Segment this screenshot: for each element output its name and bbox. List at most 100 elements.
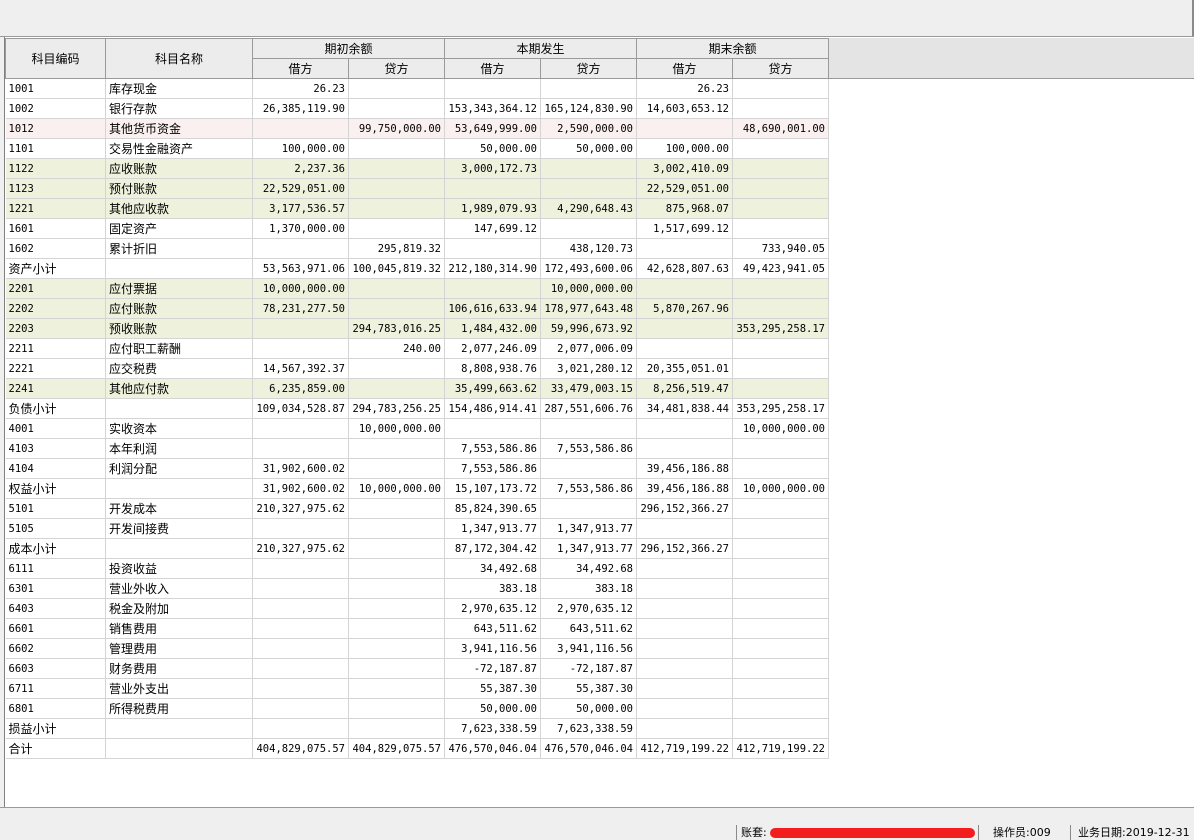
cell-account-code[interactable]: 6603 [5,658,106,679]
cell-period-debit[interactable]: 1,989,079.93 [444,198,541,219]
cell-period-credit[interactable]: 1,347,913.77 [540,538,637,559]
cell-closing-credit[interactable]: 353,295,258.17 [732,398,829,419]
cell-account-code[interactable]: 4001 [5,418,106,439]
cell-period-credit[interactable]: 7,623,338.59 [540,718,637,739]
table-row[interactable]: 2221 应交税费 14,567,392.37 8,808,938.76 3,021,2… [5,358,829,379]
column-header-opening-debit[interactable]: 借方 [252,58,349,79]
cell-opening-debit[interactable]: 109,034,528.87 [252,398,349,419]
cell-period-credit[interactable]: 1,347,913.77 [540,518,637,539]
table-row[interactable]: 2211 应付职工薪酬 240.00 2,077,246.09 2,077,006.09 [5,338,829,359]
cell-opening-debit[interactable] [252,598,349,619]
cell-opening-credit[interactable] [348,618,445,639]
table-row[interactable]: 2201 应付票据 10,000,000.00 10,000,000.00 [5,278,829,299]
cell-account-name[interactable]: 投资收益 [105,558,253,579]
subtotal-row[interactable]: 损益小计 7,623,338.59 7,623,338.59 [5,718,829,739]
cell-period-debit[interactable]: 8,808,938.76 [444,358,541,379]
cell-closing-debit[interactable] [636,678,733,699]
cell-account-code[interactable]: 2221 [5,358,106,379]
cell-account-name[interactable]: 应付职工薪酬 [105,338,253,359]
cell-closing-debit[interactable]: 296,152,366.27 [636,498,733,519]
cell-opening-debit[interactable] [252,658,349,679]
cell-period-debit[interactable]: 106,616,633.94 [444,298,541,319]
cell-account-code[interactable]: 5101 [5,498,106,519]
cell-closing-debit[interactable]: 296,152,366.27 [636,538,733,559]
cell-closing-debit[interactable]: 14,603,653.12 [636,98,733,119]
cell-opening-credit[interactable] [348,178,445,199]
cell-period-credit[interactable]: 178,977,643.48 [540,298,637,319]
cell-period-debit[interactable]: 3,000,172.73 [444,158,541,179]
cell-account-code[interactable]: 1001 [5,78,106,99]
subtotal-row[interactable]: 负债小计 109,034,528.87 294,783,256.25 154,486,… [5,398,829,419]
cell-closing-credit[interactable]: 48,690,001.00 [732,118,829,139]
table-row[interactable]: 6711 营业外支出 55,387.30 55,387.30 [5,678,829,699]
cell-account-code[interactable]: 1601 [5,218,106,239]
cell-account-name[interactable]: 应付账款 [105,298,253,319]
cell-account-code[interactable]: 6601 [5,618,106,639]
cell-period-debit[interactable] [444,178,541,199]
cell-period-debit[interactable]: 1,347,913.77 [444,518,541,539]
table-row[interactable]: 1101 交易性金融资产 100,000.00 50,000.00 50,000.00 1… [5,138,829,159]
cell-account-name[interactable] [105,738,253,759]
table-row[interactable]: 6601 销售费用 643,511.62 643,511.62 [5,618,829,639]
cell-period-credit[interactable] [540,178,637,199]
cell-opening-credit[interactable] [348,198,445,219]
cell-account-name[interactable]: 库存现金 [105,78,253,99]
cell-period-credit[interactable]: 10,000,000.00 [540,278,637,299]
cell-account-name[interactable]: 财务费用 [105,658,253,679]
cell-period-credit[interactable] [540,78,637,99]
column-header-closing-debit[interactable]: 借方 [636,58,733,79]
cell-opening-debit[interactable] [252,638,349,659]
cell-account-name[interactable]: 管理费用 [105,638,253,659]
cell-opening-credit[interactable] [348,598,445,619]
cell-account-name[interactable]: 利润分配 [105,458,253,479]
cell-opening-credit[interactable] [348,458,445,479]
cell-account-name[interactable]: 应收账款 [105,158,253,179]
cell-account-code[interactable]: 2211 [5,338,106,359]
table-row[interactable]: 4104 利润分配 31,902,600.02 7,553,586.86 39,456,… [5,458,829,479]
cell-period-debit[interactable]: 7,553,586.86 [444,458,541,479]
cell-account-code[interactable]: 2241 [5,378,106,399]
table-row[interactable]: 6603 财务费用 -72,187.87 -72,187.87 [5,658,829,679]
cell-closing-credit[interactable] [732,78,829,99]
cell-account-code[interactable]: 1221 [5,198,106,219]
cell-account-name[interactable] [105,718,253,739]
cell-period-credit[interactable]: 4,290,648.43 [540,198,637,219]
cell-account-name[interactable]: 其他应收款 [105,198,253,219]
column-header-period-debit[interactable]: 借方 [444,58,541,79]
cell-closing-debit[interactable] [636,578,733,599]
cell-closing-credit[interactable] [732,498,829,519]
cell-account-name[interactable] [105,478,253,499]
cell-opening-debit[interactable] [252,698,349,719]
cell-account-name[interactable]: 税金及附加 [105,598,253,619]
cell-account-name[interactable]: 交易性金融资产 [105,138,253,159]
cell-account-name[interactable]: 固定资产 [105,218,253,239]
cell-period-debit[interactable] [444,78,541,99]
cell-closing-debit[interactable]: 1,517,699.12 [636,218,733,239]
cell-period-credit[interactable]: 3,941,116.56 [540,638,637,659]
cell-period-debit[interactable]: 212,180,314.90 [444,258,541,279]
cell-closing-debit[interactable] [636,698,733,719]
cell-closing-debit[interactable]: 5,870,267.96 [636,298,733,319]
cell-opening-credit[interactable] [348,538,445,559]
cell-account-name[interactable]: 预收账款 [105,318,253,339]
cell-period-debit[interactable]: 3,941,116.56 [444,638,541,659]
cell-account-code[interactable]: 1122 [5,158,106,179]
cell-account-code[interactable]: 1101 [5,138,106,159]
cell-opening-debit[interactable] [252,558,349,579]
table-row[interactable]: 1122 应收账款 2,237.36 3,000,172.73 3,002,410.09 [5,158,829,179]
cell-closing-debit[interactable]: 39,456,186.88 [636,458,733,479]
cell-opening-debit[interactable] [252,438,349,459]
cell-opening-credit[interactable]: 240.00 [348,338,445,359]
column-header-account-code[interactable]: 科目编码 [5,38,106,79]
cell-account-code[interactable]: 1012 [5,118,106,139]
cell-opening-credit[interactable] [348,158,445,179]
cell-closing-credit[interactable] [732,578,829,599]
cell-closing-debit[interactable]: 100,000.00 [636,138,733,159]
cell-account-code[interactable]: 6111 [5,558,106,579]
cell-opening-credit[interactable] [348,378,445,399]
cell-closing-credit[interactable] [732,678,829,699]
cell-opening-credit[interactable] [348,638,445,659]
cell-closing-credit[interactable] [732,658,829,679]
cell-closing-credit[interactable] [732,618,829,639]
cell-account-name[interactable]: 累计折旧 [105,238,253,259]
